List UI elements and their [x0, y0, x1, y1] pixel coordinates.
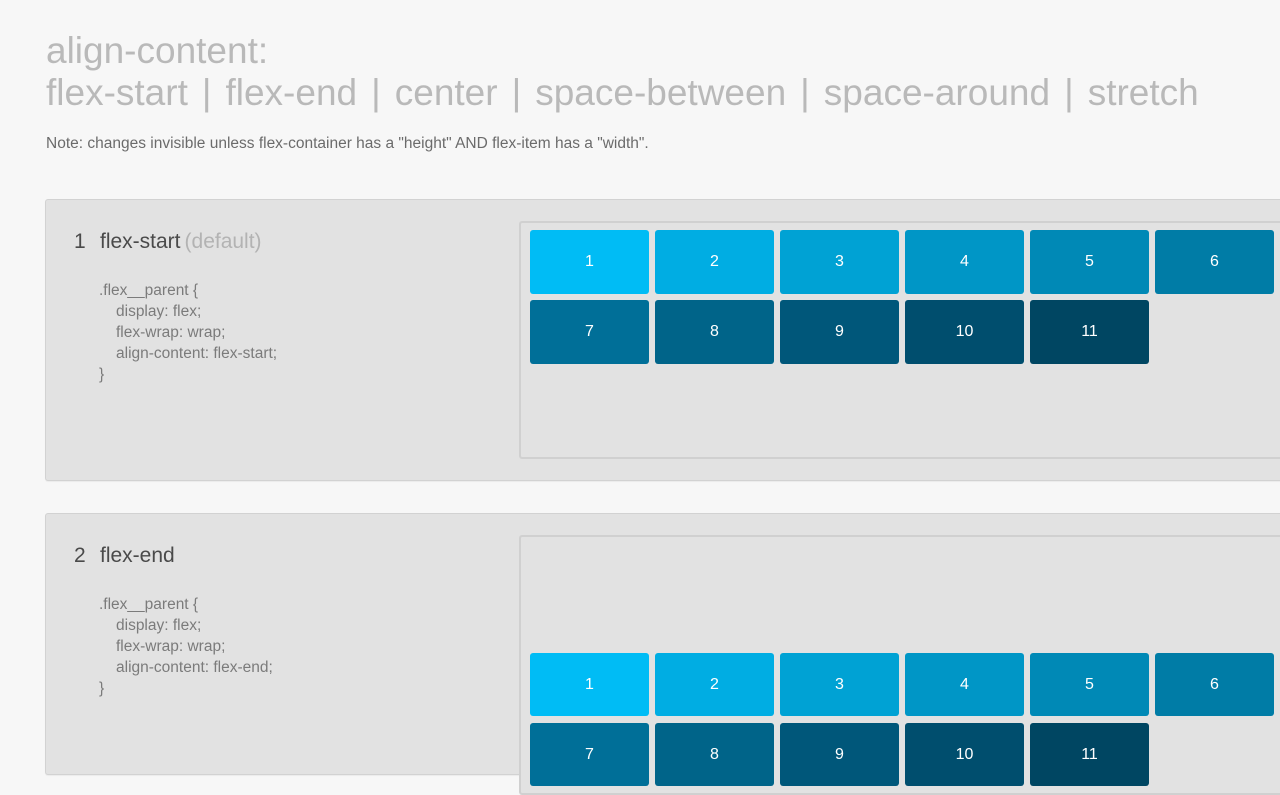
title-separator: | — [511, 72, 522, 113]
flex-item: 5 — [1030, 230, 1149, 294]
example-panel-flex-start: 1 flex-start (default) .flex__parent { dis… — [45, 199, 1280, 481]
flex-item: 4 — [905, 230, 1024, 294]
panel-name: flex-start — [100, 230, 181, 253]
flex-item: 1 — [530, 653, 649, 716]
flex-item: 11 — [1030, 300, 1149, 364]
title-separator: | — [201, 72, 212, 113]
flex-item: 10 — [905, 300, 1024, 364]
title-separator: | — [800, 72, 810, 113]
flex-item: 8 — [655, 723, 774, 786]
code-line: display: flex; — [116, 617, 202, 634]
panel-number: 2 — [74, 544, 86, 567]
flex-item: 1 — [530, 230, 649, 294]
code-line: } — [99, 366, 105, 383]
code-line: align-content: flex-end; — [116, 659, 273, 676]
panel-heading: 1 flex-start (default) — [74, 230, 262, 254]
flex-item: 9 — [780, 300, 899, 364]
flex-item: 6 — [1155, 230, 1274, 294]
title-option-stretch: stretch — [1087, 72, 1199, 113]
code-line: display: flex; — [116, 303, 202, 320]
panel-number: 1 — [74, 230, 86, 253]
code-line: .flex__parent { — [99, 282, 199, 299]
code-line: flex-wrap: wrap; — [116, 324, 226, 341]
code-line: } — [99, 680, 105, 697]
flex-item: 8 — [655, 300, 774, 364]
flex-item: 2 — [655, 230, 774, 294]
flex-item: 4 — [905, 653, 1024, 716]
title-separator: | — [1064, 72, 1074, 113]
flex-item: 3 — [780, 230, 899, 294]
flex-item: 7 — [530, 723, 649, 786]
panel-heading: 2 flex-end — [74, 544, 175, 568]
flex-item: 5 — [1030, 653, 1149, 716]
flex-item: 6 — [1155, 653, 1274, 716]
code-line: flex-wrap: wrap; — [116, 638, 226, 655]
default-label: (default) — [184, 230, 262, 253]
code-snippet: .flex__parent { display: flex; flex-wrap… — [99, 280, 277, 385]
panel-name: flex-end — [100, 544, 175, 567]
flex-demo-container: 1 2 3 4 5 6 7 8 9 10 11 — [519, 535, 1280, 795]
note-text: Note: changes invisible unless flex-cont… — [46, 135, 649, 152]
title-option-flex-end: flex-end — [225, 72, 358, 113]
flex-item: 3 — [780, 653, 899, 716]
flex-item: 7 — [530, 300, 649, 364]
title-property: align-content: — [46, 30, 269, 71]
flex-item: 2 — [655, 653, 774, 716]
title-separator: | — [371, 72, 381, 113]
title-option-space-between: space-between — [535, 72, 787, 113]
flex-demo-container: 1 2 3 4 5 6 7 8 9 10 11 — [519, 221, 1280, 459]
flex-item: 11 — [1030, 723, 1149, 786]
title-option-space-around: space-around — [823, 72, 1051, 113]
page-title: align-content: flex-start | flex-end | cente… — [46, 30, 1199, 114]
code-line: align-content: flex-start; — [116, 345, 278, 362]
code-snippet: .flex__parent { display: flex; flex-wrap… — [99, 594, 273, 699]
title-options: flex-start | flex-end | center | space-between… — [46, 72, 1199, 114]
title-option-center: center — [394, 72, 498, 113]
code-line: .flex__parent { — [99, 596, 199, 613]
example-panel-flex-end: 2 flex-end .flex__parent { display: flex;… — [45, 513, 1280, 795]
title-option-flex-start: flex-start — [46, 72, 188, 113]
flex-item: 10 — [905, 723, 1024, 786]
flex-item: 9 — [780, 723, 899, 786]
